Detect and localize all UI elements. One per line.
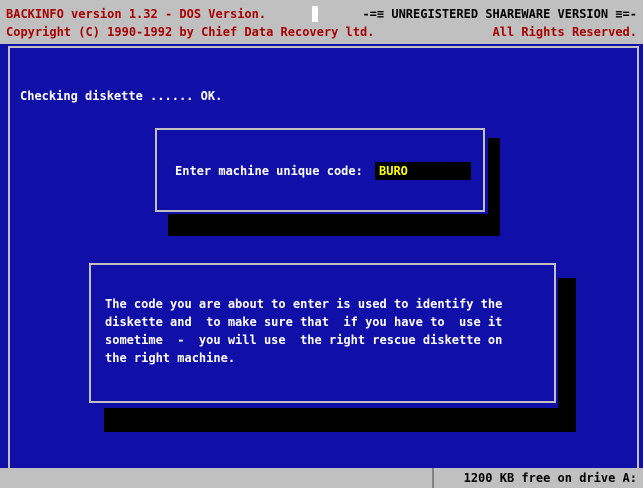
app-title: BACKINFO version 1.32 - DOS Version. [6,7,267,21]
rights-text: All Rights Reserved. [492,25,638,39]
status-bar: 1200 KB free on drive A: [0,468,643,488]
dialog-shadow [488,138,500,218]
dialog-shadow [168,214,500,236]
free-space-text: 1200 KB free on drive A: [463,471,637,485]
header-bar: BACKINFO version 1.32 - DOS Version. -=≡… [0,0,643,44]
code-entry-dialog: Enter machine unique code: BURO [155,128,485,212]
info-shadow [558,278,576,412]
shareware-banner: -=≡ UNREGISTERED SHAREWARE VERSION ≡=- [362,7,637,21]
info-text: The code you are about to enter is used … [105,297,503,365]
info-shadow [104,408,576,432]
code-prompt-label: Enter machine unique code: [175,164,363,178]
machine-code-input[interactable]: BURO [375,162,471,180]
copyright-text: Copyright (C) 1990-1992 by Chief Data Re… [6,25,375,39]
status-divider [432,468,434,488]
main-panel [8,46,639,468]
info-box: The code you are about to enter is used … [89,263,556,403]
header-separator [312,6,318,22]
diskette-check-status: Checking diskette ...... OK. [20,89,223,103]
